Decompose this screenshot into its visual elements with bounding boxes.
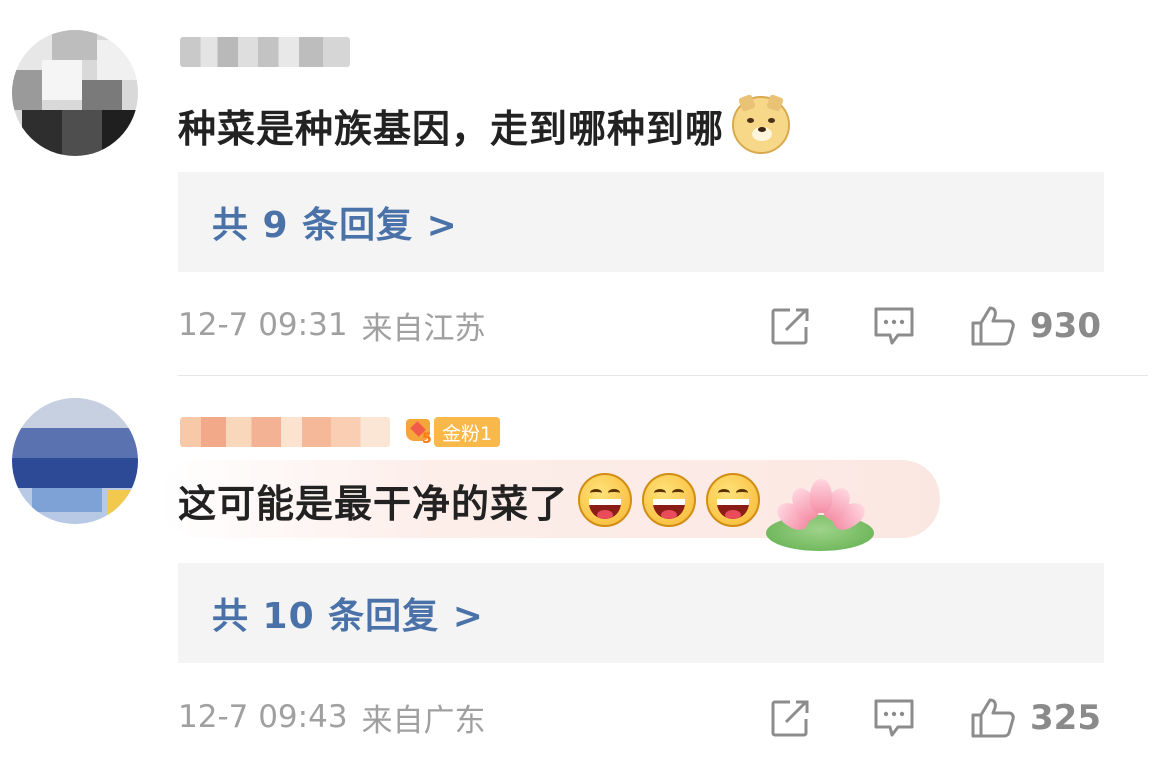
comment-button[interactable] <box>872 698 916 738</box>
replies-expander[interactable]: 共 9 条回复 > <box>178 172 1104 272</box>
replies-expander[interactable]: 共 10 条回复 > <box>178 563 1104 663</box>
comment-location: 来自江苏 <box>361 310 486 347</box>
thumbs-up-icon <box>971 306 1015 346</box>
comment-button[interactable] <box>872 306 916 346</box>
doge-emoji <box>732 94 791 154</box>
comment-location: 来自广东 <box>361 702 486 739</box>
comment-time: 12-7 09:31 <box>178 307 348 343</box>
username[interactable] <box>180 32 350 72</box>
comment-text: 这可能是最干净的菜了 <box>178 481 569 526</box>
username-blurred <box>180 417 390 447</box>
comment-icon <box>874 307 914 345</box>
comment-text: 种菜是种族基因，走到哪种到哪 <box>178 106 725 151</box>
fan-badge-label: 金粉1 <box>434 417 501 447</box>
like-button[interactable]: 325 <box>970 698 1101 738</box>
replies-count-link[interactable]: 共 10 条回复 > <box>212 587 484 639</box>
comment-text-row: 这可能是最干净的菜了 <box>178 470 876 551</box>
comment-text-row: 种菜是种族基因，走到哪种到哪 <box>178 94 791 155</box>
share-button[interactable] <box>770 306 812 346</box>
like-button[interactable]: 930 <box>970 306 1101 346</box>
avatar[interactable] <box>12 30 138 156</box>
comment-icon <box>874 699 914 737</box>
like-count: 325 <box>1030 698 1101 738</box>
username[interactable]: 5 金粉1 <box>180 412 501 452</box>
lotus-sticker <box>766 475 876 555</box>
avatar[interactable] <box>12 398 138 524</box>
crown-gem-icon: 5 <box>404 415 434 449</box>
replies-count-link[interactable]: 共 9 条回复 > <box>212 196 458 248</box>
share-button[interactable] <box>770 698 812 738</box>
fan-badge[interactable]: 5 金粉1 <box>404 415 501 449</box>
comment-item: 5 金粉1 这可能是最干净的菜了 共 10 条回复 > 12-7 09:43 来… <box>0 376 1161 761</box>
like-count: 930 <box>1030 306 1101 346</box>
comment-meta: 12-7 09:31 来自江苏 930 <box>178 300 1104 350</box>
thumbs-up-icon <box>971 698 1015 738</box>
share-icon <box>771 700 809 737</box>
comment-item: 种菜是种族基因，走到哪种到哪 共 9 条回复 > 12-7 09:31 来自江苏 <box>0 0 1161 375</box>
laughing-emoji <box>578 473 633 527</box>
laughing-emoji <box>642 473 697 527</box>
share-icon <box>771 308 809 345</box>
comment-meta: 12-7 09:43 来自广东 325 <box>178 692 1104 742</box>
laughing-emoji <box>706 473 761 527</box>
username-blurred <box>180 37 350 67</box>
comment-time: 12-7 09:43 <box>178 699 348 735</box>
